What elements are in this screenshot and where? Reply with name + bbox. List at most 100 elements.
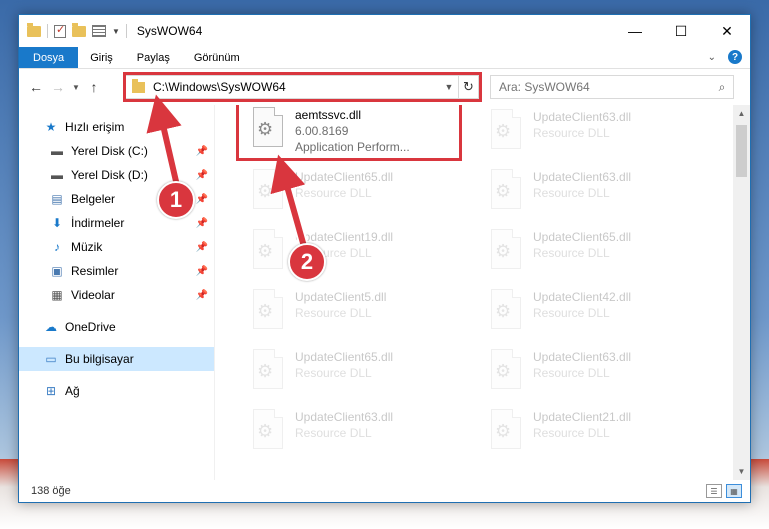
file-description: Resource DLL	[533, 426, 610, 440]
pin-icon[interactable]: 📌	[196, 290, 208, 301]
file-highlight-box	[236, 105, 462, 161]
network-icon: ⊞	[45, 384, 57, 398]
tab-share[interactable]: Paylaş	[125, 47, 182, 68]
search-box[interactable]: ⌕	[490, 75, 734, 99]
tab-home[interactable]: Giriş	[78, 47, 125, 68]
properties-list-icon[interactable]	[92, 25, 106, 37]
content-area: ★ Hızlı erişim ▬ Yerel Disk (C:) 📌 ▬ Yer…	[19, 105, 750, 480]
maximize-button[interactable]: ☐	[658, 15, 704, 47]
ribbon-right: ⌄ ?	[708, 50, 742, 64]
title-bar: ▼ SysWOW64 — ☐ ✕	[19, 15, 750, 47]
nav-item-pictures[interactable]: ▣ Resimler 📌	[19, 259, 214, 283]
toolbar-separator	[125, 24, 127, 38]
file-description: Resource DLL	[295, 426, 372, 440]
vertical-scrollbar[interactable]: ▲ ▼	[733, 105, 750, 480]
nav-this-pc[interactable]: ▭ Bu bilgisayar	[19, 347, 214, 371]
help-icon[interactable]: ?	[728, 50, 742, 64]
nav-item-videos[interactable]: ▦ Videolar 📌	[19, 283, 214, 307]
nav-network[interactable]: ⊞ Ağ	[19, 379, 214, 403]
close-button[interactable]: ✕	[704, 15, 750, 47]
pin-icon[interactable]: 📌	[196, 266, 208, 277]
file-item[interactable]: ⚙ UpdateClient65.dll Resource DLL	[479, 225, 701, 283]
document-icon: ▤	[51, 192, 63, 206]
file-item[interactable]: ⚙ UpdateClient42.dll Resource DLL	[479, 285, 701, 343]
file-name: UpdateClient63.dll	[295, 410, 394, 424]
file-item[interactable]: ⚙ UpdateClient5.dll Resource DLL	[241, 285, 463, 343]
file-item[interactable]: ⚙ UpdateClient63.dll Resource DLL	[479, 165, 701, 223]
expand-ribbon-chevron-icon[interactable]: ⌄	[708, 52, 716, 63]
computer-icon: ▭	[45, 352, 57, 366]
dll-file-icon: ⚙	[247, 289, 289, 337]
file-name: UpdateClient5.dll	[295, 290, 387, 304]
search-icon[interactable]: ⌕	[711, 80, 733, 95]
file-description: Resource DLL	[533, 126, 610, 140]
annotation-badge-1: 1	[157, 181, 195, 219]
tab-view[interactable]: Görünüm	[182, 47, 252, 68]
pin-icon[interactable]: 📌	[196, 194, 208, 205]
quick-access-toolbar: ▼	[27, 22, 127, 38]
scroll-down-icon[interactable]: ▼	[733, 463, 750, 480]
navigation-pane: ★ Hızlı erişim ▬ Yerel Disk (C:) 📌 ▬ Yer…	[19, 105, 215, 480]
file-item[interactable]: ⚙ UpdateClient63.dll Resource DLL	[479, 105, 701, 163]
file-name: UpdateClient21.dll	[533, 410, 632, 424]
file-item[interactable]: ⚙ UpdateClient63.dll Resource DLL	[479, 345, 701, 403]
file-description: Resource DLL	[533, 246, 610, 260]
tab-file[interactable]: Dosya	[19, 47, 79, 68]
scroll-up-icon[interactable]: ▲	[733, 105, 750, 122]
minimize-button[interactable]: —	[612, 15, 658, 47]
download-arrow-icon: ⬇	[51, 216, 63, 230]
nav-item-local-disk-c[interactable]: ▬ Yerel Disk (C:) 📌	[19, 139, 214, 163]
file-description: Resource DLL	[533, 306, 610, 320]
window-title: SysWOW64	[136, 24, 203, 38]
recent-locations-dropdown-icon[interactable]: ▼	[69, 83, 83, 92]
music-note-icon: ♪	[54, 240, 60, 254]
address-highlight-box	[123, 72, 482, 102]
dll-file-icon: ⚙	[247, 349, 289, 397]
back-arrow-icon[interactable]: ←	[25, 79, 47, 95]
customize-toolbar-dropdown-icon[interactable]: ▼	[112, 27, 120, 36]
file-description: Resource DLL	[295, 366, 372, 380]
nav-label: Ağ	[65, 384, 80, 398]
file-item[interactable]: ⚙ UpdateClient65.dll Resource DLL	[241, 165, 463, 223]
nav-quick-access[interactable]: ★ Hızlı erişim	[19, 115, 214, 139]
pin-icon[interactable]: 📌	[196, 218, 208, 229]
search-input[interactable]	[499, 80, 711, 94]
nav-label: Hızlı erişim	[65, 120, 125, 134]
pin-icon[interactable]: 📌	[196, 170, 208, 181]
nav-label: Videolar	[71, 288, 115, 302]
dll-file-icon: ⚙	[247, 409, 289, 457]
dll-file-icon: ⚙	[485, 349, 527, 397]
cloud-icon: ☁	[45, 320, 57, 334]
nav-label: Yerel Disk (D:)	[71, 168, 148, 182]
nav-item-music[interactable]: ♪ Müzik 📌	[19, 235, 214, 259]
file-name: UpdateClient42.dll	[533, 290, 632, 304]
status-bar: 138 öğe ☰ ▦	[19, 480, 750, 502]
file-item[interactable]: ⚙ UpdateClient65.dll Resource DLL	[241, 345, 463, 403]
file-item[interactable]: ⚙ UpdateClient19.dll Resource DLL	[241, 225, 463, 283]
file-item[interactable]: ⚙ UpdateClient21.dll Resource DLL	[479, 405, 701, 463]
file-name: UpdateClient63.dll	[533, 110, 632, 124]
pin-icon[interactable]: 📌	[196, 242, 208, 253]
annotation-badge-2: 2	[288, 243, 326, 281]
file-name: UpdateClient65.dll	[295, 170, 394, 184]
new-folder-icon[interactable]	[72, 22, 86, 37]
details-view-icon[interactable]: ☰	[706, 484, 722, 498]
item-count: 138 öğe	[31, 485, 71, 497]
up-arrow-icon[interactable]: ↑	[83, 79, 105, 95]
file-list: ⚙ aemtssvc.dll 6.00.8169 Application Per…	[215, 105, 750, 480]
large-icons-view-icon[interactable]: ▦	[726, 484, 742, 498]
nav-label: OneDrive	[65, 320, 116, 334]
pin-icon[interactable]: 📌	[196, 146, 208, 157]
drive-icon: ▬	[51, 144, 63, 158]
scroll-thumb[interactable]	[736, 125, 747, 177]
forward-arrow-icon[interactable]: →	[47, 79, 69, 95]
nav-onedrive[interactable]: ☁ OneDrive	[19, 315, 214, 339]
dll-file-icon: ⚙	[485, 409, 527, 457]
toolbar-separator	[47, 24, 48, 38]
nav-label: Belgeler	[71, 192, 116, 206]
file-description: Resource DLL	[533, 366, 610, 380]
file-description: Resource DLL	[533, 186, 610, 200]
file-name: UpdateClient65.dll	[533, 230, 632, 244]
properties-check-icon[interactable]	[54, 23, 66, 38]
file-item[interactable]: ⚙ UpdateClient63.dll Resource DLL	[241, 405, 463, 463]
